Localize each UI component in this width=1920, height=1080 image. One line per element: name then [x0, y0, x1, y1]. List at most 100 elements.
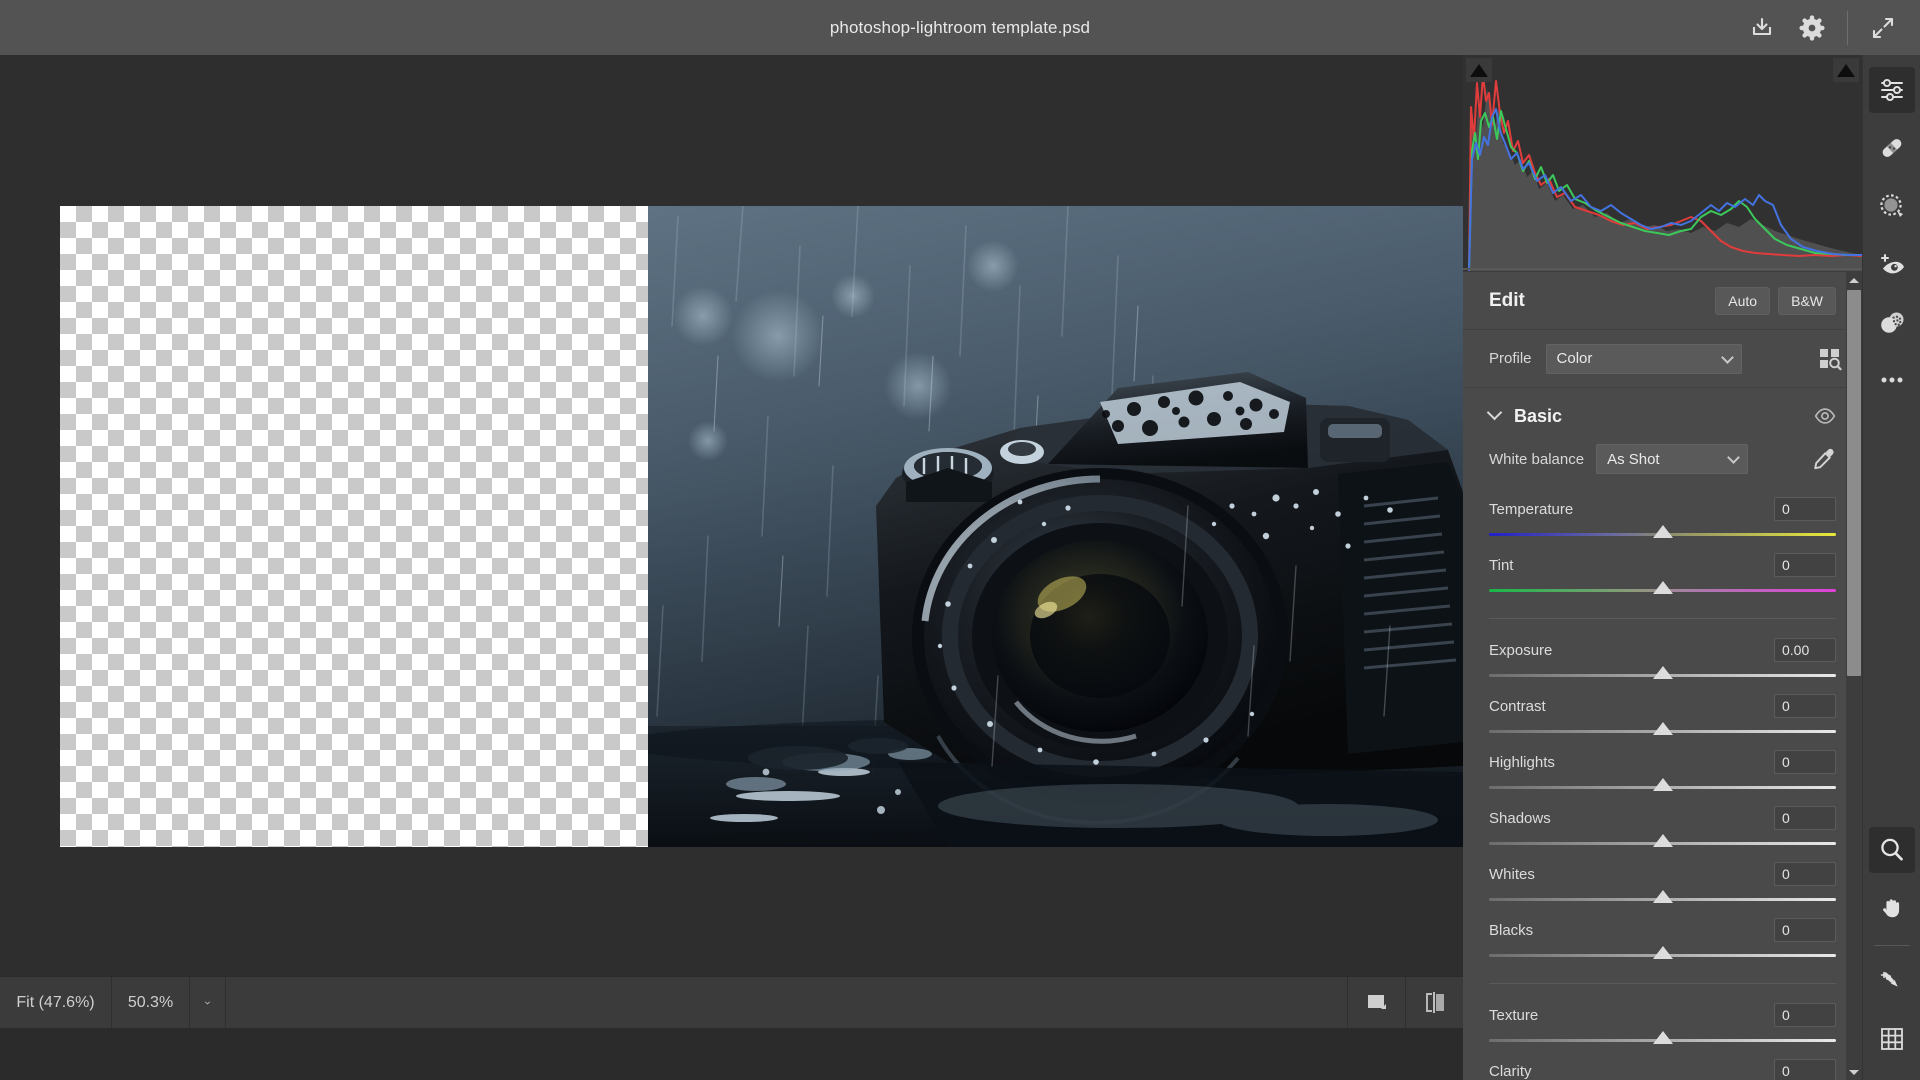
- highlight-clipping-indicator[interactable]: [1833, 58, 1859, 82]
- basic-section-title: Basic: [1514, 406, 1562, 427]
- edit-panel-title: Edit: [1489, 290, 1525, 312]
- slider-texture[interactable]: Texture 0: [1489, 1002, 1836, 1052]
- document-canvas[interactable]: [60, 206, 1463, 847]
- red-eye-icon[interactable]: [1869, 241, 1915, 287]
- panel-scrollbar[interactable]: [1846, 272, 1862, 1080]
- slider-value-input[interactable]: 0: [1774, 1059, 1836, 1080]
- shadow-clipping-triangle-icon: [1470, 64, 1488, 77]
- zoom-level-label[interactable]: 50.3%: [112, 977, 190, 1029]
- profile-label: Profile: [1489, 350, 1532, 367]
- slider-exposure[interactable]: Exposure 0.00: [1489, 637, 1836, 687]
- slider-blacks[interactable]: Blacks 0: [1489, 917, 1836, 967]
- eye-icon[interactable]: [1814, 405, 1836, 427]
- slider-temperature[interactable]: Temperature 0: [1489, 496, 1836, 546]
- hand-pan-icon[interactable]: [1869, 885, 1915, 931]
- slider-value-input[interactable]: 0: [1774, 862, 1836, 886]
- status-bar: Fit (47.6%) 50.3%: [0, 976, 1463, 1028]
- slider-knob[interactable]: [1653, 1031, 1673, 1044]
- slider-label: Temperature: [1489, 501, 1573, 518]
- slider-value-input[interactable]: 0: [1774, 497, 1836, 521]
- before-after-view-icon[interactable]: [1405, 977, 1463, 1029]
- title-bar-actions: [1739, 0, 1906, 55]
- edit-panel-header: Edit Auto B&W: [1463, 272, 1862, 330]
- scroll-up-arrow-icon[interactable]: [1846, 272, 1862, 288]
- slider-knob[interactable]: [1653, 890, 1673, 903]
- scroll-down-arrow-icon[interactable]: [1846, 1064, 1862, 1080]
- slider-tint[interactable]: Tint 0: [1489, 552, 1836, 602]
- grid-overlay-icon[interactable]: [1869, 1016, 1915, 1062]
- highlight-clipping-triangle-icon: [1837, 64, 1855, 77]
- masking-icon[interactable]: [1869, 183, 1915, 229]
- slider-knob[interactable]: [1653, 722, 1673, 735]
- profile-select-value: Color: [1557, 350, 1593, 367]
- slider-label: Contrast: [1489, 698, 1546, 715]
- tools-sidebar: [1862, 55, 1920, 1080]
- slider-knob[interactable]: [1653, 778, 1673, 791]
- settings-gear-icon[interactable]: [1789, 5, 1835, 51]
- chevron-down-icon: [1721, 351, 1734, 364]
- slider-knob[interactable]: [1653, 834, 1673, 847]
- white-balance-select[interactable]: As Shot: [1596, 444, 1748, 474]
- slider-label: Texture: [1489, 1007, 1538, 1024]
- slider-clarity[interactable]: Clarity 0: [1489, 1058, 1836, 1080]
- bw-button[interactable]: B&W: [1778, 287, 1836, 315]
- photo-layer[interactable]: [648, 206, 1463, 847]
- clone-stamp-icon[interactable]: [1869, 299, 1915, 345]
- single-view-icon[interactable]: [1347, 977, 1405, 1029]
- profile-row: Profile Color: [1463, 330, 1862, 388]
- title-bar: photoshop-lightroom template.psd: [0, 0, 1920, 55]
- import-icon[interactable]: [1739, 5, 1785, 51]
- chevron-down-icon: [1487, 404, 1503, 420]
- fit-zoom-label[interactable]: Fit (47.6%): [0, 977, 112, 1029]
- fullscreen-icon[interactable]: [1860, 5, 1906, 51]
- slider-knob[interactable]: [1653, 525, 1673, 538]
- slider-label: Tint: [1489, 557, 1513, 574]
- slider-value-input[interactable]: 0: [1774, 806, 1836, 830]
- more-options-icon[interactable]: [1869, 357, 1915, 403]
- slider-label: Highlights: [1489, 754, 1555, 771]
- slider-label: Shadows: [1489, 810, 1551, 827]
- slider-whites[interactable]: Whites 0: [1489, 861, 1836, 911]
- slider-value-input[interactable]: 0: [1774, 694, 1836, 718]
- scrollbar-thumb[interactable]: [1847, 290, 1861, 676]
- profile-browser-icon[interactable]: [1818, 347, 1842, 371]
- basic-sliders: White balance As Shot Temperature 0: [1463, 444, 1862, 1080]
- profile-select[interactable]: Color: [1546, 344, 1742, 374]
- slider-label: Clarity: [1489, 1063, 1532, 1080]
- slider-value-input[interactable]: 0: [1774, 1003, 1836, 1027]
- canvas-area[interactable]: Fit (47.6%) 50.3%: [0, 55, 1463, 1028]
- slider-value-input[interactable]: 0: [1774, 553, 1836, 577]
- slider-value-input[interactable]: 0: [1774, 750, 1836, 774]
- white-balance-label: White balance: [1489, 451, 1584, 468]
- white-balance-value: As Shot: [1607, 451, 1660, 468]
- eyedropper-icon[interactable]: [1812, 447, 1836, 471]
- slider-shadows[interactable]: Shadows 0: [1489, 805, 1836, 855]
- status-bar-view-modes: [1347, 977, 1463, 1029]
- slider-contrast[interactable]: Contrast 0: [1489, 693, 1836, 743]
- slider-value-input[interactable]: 0.00: [1774, 638, 1836, 662]
- toolbar-divider: [1847, 11, 1848, 45]
- auto-button[interactable]: Auto: [1715, 287, 1770, 315]
- document-title: photoshop-lightroom template.psd: [0, 18, 1920, 38]
- shadow-clipping-indicator[interactable]: [1466, 58, 1492, 82]
- color-picker-icon[interactable]: [1869, 958, 1915, 1004]
- slider-label: Blacks: [1489, 922, 1533, 939]
- slider-knob[interactable]: [1653, 666, 1673, 679]
- triangle-up-icon: [1849, 278, 1859, 283]
- section-divider: [1489, 983, 1836, 984]
- zoom-magnifier-icon[interactable]: [1869, 827, 1915, 873]
- right-edit-panel: Edit Auto B&W Profile Color: [1463, 55, 1862, 1080]
- slider-value-input[interactable]: 0: [1774, 918, 1836, 942]
- edit-sliders-icon[interactable]: [1869, 67, 1915, 113]
- slider-highlights[interactable]: Highlights 0: [1489, 749, 1836, 799]
- histogram[interactable]: [1463, 55, 1862, 272]
- toolbar-divider: [1874, 945, 1910, 946]
- slider-knob[interactable]: [1653, 581, 1673, 594]
- slider-label: Exposure: [1489, 642, 1552, 659]
- slider-knob[interactable]: [1653, 946, 1673, 959]
- slider-label: Whites: [1489, 866, 1535, 883]
- healing-brush-icon[interactable]: [1869, 125, 1915, 171]
- zoom-dropdown-chevron-icon[interactable]: [190, 977, 226, 1029]
- basic-section-header[interactable]: Basic: [1463, 388, 1862, 444]
- edit-header-buttons: Auto B&W: [1715, 287, 1836, 315]
